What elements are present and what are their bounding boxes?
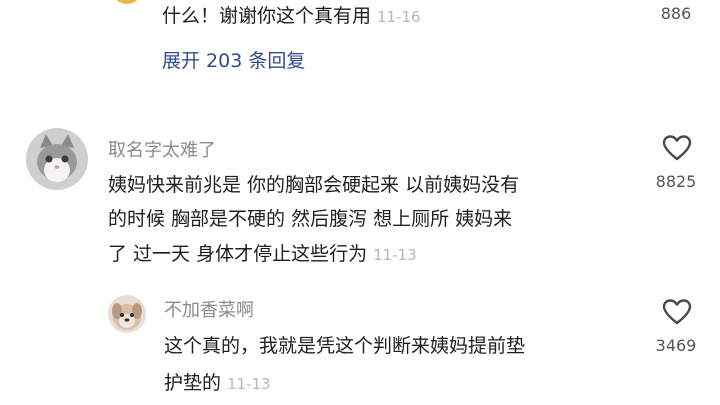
comment-time: 11-13 [373, 246, 417, 264]
expand-replies-link[interactable]: 展开 203 条回复 [162, 46, 305, 73]
dog-avatar-icon[interactable] [108, 295, 146, 333]
cat-avatar-icon[interactable] [26, 128, 88, 190]
heart-outline-icon[interactable] [662, 134, 692, 162]
username[interactable]: 不加香菜啊 [164, 296, 254, 322]
avatar[interactable] [112, 0, 142, 4]
like-count: 8825 [655, 172, 697, 191]
comment-text-content: 什么！谢谢你这个真有用 [162, 5, 372, 27]
like-count: 3469 [655, 336, 697, 355]
username[interactable]: 取名字太难了 [108, 136, 216, 162]
heart-outline-icon[interactable] [662, 298, 692, 326]
comment-line: 姨妈快来前兆是 你的胸部会硬起来 以前姨妈没有 [108, 174, 520, 196]
comment-text: 什么！谢谢你这个真有用 11-16 [162, 0, 421, 33]
comment-line: 了 过一天 身体才停止这些行为 11-13 [108, 238, 417, 271]
comment-line: 这个真的，我就是凭这个判断来姨妈提前垫 [164, 335, 526, 357]
comment-time: 11-13 [227, 375, 271, 393]
comment-line: 护垫的 11-13 [164, 367, 271, 400]
comment-time: 11-16 [377, 8, 421, 26]
comment-line-text: 了 过一天 身体才停止这些行为 [108, 243, 368, 265]
comment-line-text: 护垫的 [164, 372, 222, 394]
comment-line: 的时候 胸部是不硬的 然后腹泻 想上厕所 姨妈来 [108, 208, 513, 230]
like-count: 886 [660, 4, 692, 23]
